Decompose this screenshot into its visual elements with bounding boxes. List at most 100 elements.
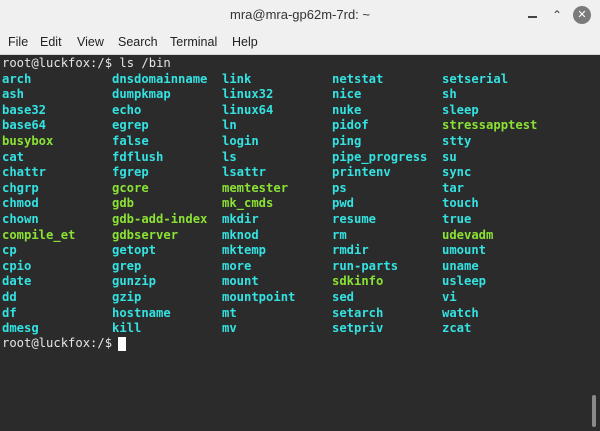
menu-edit[interactable]: Edit [40,35,62,49]
ls-entry: ash [2,87,25,102]
terminal-window: mra@mra-gp62m-7rd: ~ ⌃ ✕ File Edit View … [0,0,600,431]
menu-bar: File Edit View Search Terminal Help [0,32,600,55]
ls-entry: true [442,212,472,226]
ls-entry: link [222,71,252,86]
ls-entry: nice [332,87,362,102]
ls-entry: base32 [2,102,47,117]
ls-entry: mt [222,305,237,320]
ls-entry: gdbserver [112,227,179,242]
ls-entry: memtester [222,180,289,195]
ls-entry: linux32 [222,87,274,102]
ls-entry: hostname [112,305,171,320]
ls-entry: run-parts [332,258,399,273]
ls-entry: pipe_progress [332,149,428,164]
menu-terminal[interactable]: Terminal [170,35,217,49]
ls-entry: ping [332,134,362,148]
ls-entry: mk_cmds [222,196,274,211]
ls-entry: gunzip [112,274,157,289]
ls-entry: grep [112,258,142,273]
terminal-output[interactable]: root@luckfox:/$ ls /bin arch ash base32 bas… [0,55,588,431]
active-prompt-line: root@luckfox:/$ [2,335,120,350]
ls-entry: resume [332,212,377,226]
ls-entry: udevadm [442,227,494,242]
ls-entry: dumpkmap [112,87,171,102]
minimize-icon[interactable] [524,7,540,23]
ls-entry: dmesg [2,321,39,336]
ls-entry: sync [442,165,472,180]
ls-entry: mknod [222,227,259,242]
ls-entry: base64 [2,118,47,133]
ls-entry: stty [442,134,472,148]
ls-entry: fgrep [112,165,149,180]
ls-entry: lsattr [222,165,267,180]
window-title: mra@mra-gp62m-7rd: ~ [230,7,370,22]
ls-entry: cat [2,149,25,164]
close-icon[interactable]: ✕ [573,6,591,24]
ls-entry: cp [2,243,17,258]
ls-entry: watch [442,305,479,320]
vertical-scrollbar[interactable] [588,55,600,431]
ls-entry: ls [222,149,237,164]
ls-entry: su [442,149,457,164]
ls-entry: chmod [2,196,39,211]
ls-entry: mountpoint [222,290,296,304]
ls-entry: umount [442,243,487,258]
ls-entry: busybox [2,134,54,148]
command-prompt-line: root@luckfox:/$ ls /bin [2,56,171,70]
ls-entry: chown [2,212,39,226]
ls-entry: chattr [2,165,47,180]
maximize-icon[interactable]: ⌃ [549,7,565,23]
ls-entry: touch [442,196,479,211]
ls-entry: netstat [332,71,384,86]
ls-entry: ps [332,180,347,195]
ls-entry: false [112,134,149,148]
ls-entry: rm [332,227,347,242]
ls-entry: mount [222,274,259,289]
text-cursor [118,337,126,351]
ls-entry: tar [442,180,465,195]
title-bar[interactable]: mra@mra-gp62m-7rd: ~ ⌃ ✕ [0,0,600,32]
ls-entry: gzip [112,290,142,304]
ls-entry: nuke [332,102,362,117]
ls-entry: gcore [112,180,149,195]
ls-entry: sed [332,290,355,304]
ls-entry: getopt [112,243,157,258]
ls-entry: pwd [332,196,355,211]
ls-entry: ln [222,118,237,133]
ls-entry: date [2,274,32,289]
ls-entry: egrep [112,118,149,133]
ls-entry: zcat [442,321,472,336]
ls-entry: df [2,305,17,320]
ls-entry: mktemp [222,243,267,258]
ls-entry: sh [442,87,457,102]
ls-entry: dd [2,290,17,304]
ls-entry: usleep [442,274,487,289]
ls-entry: linux64 [222,102,274,117]
ls-entry: vi [442,290,457,304]
ls-entry: echo [112,102,142,117]
ls-entry: printenv [332,165,391,180]
ls-entry: setserial [442,71,509,86]
ls-entry: setpriv [332,321,384,336]
ls-entry: setarch [332,305,384,320]
ls-entry: pidof [332,118,369,133]
ls-entry: more [222,258,252,273]
ls-entry: gdb [112,196,135,211]
menu-file[interactable]: File [8,35,28,49]
ls-entry: sleep [442,102,479,117]
ls-entry: fdflush [112,149,164,164]
scrollbar-thumb[interactable] [592,395,596,427]
ls-entry: mkdir [222,212,259,226]
ls-entry: gdb-add-index [112,212,208,226]
ls-entry: sdkinfo [332,274,384,289]
ls-entry: arch [2,71,32,86]
menu-help[interactable]: Help [232,35,258,49]
ls-entry: rmdir [332,243,369,258]
ls-entry: cpio [2,258,32,273]
menu-search[interactable]: Search [118,35,158,49]
ls-entry: mv [222,321,237,336]
ls-entry: stressapptest [442,118,538,133]
ls-entry: kill [112,321,142,336]
ls-entry: login [222,134,259,148]
menu-view[interactable]: View [77,35,104,49]
